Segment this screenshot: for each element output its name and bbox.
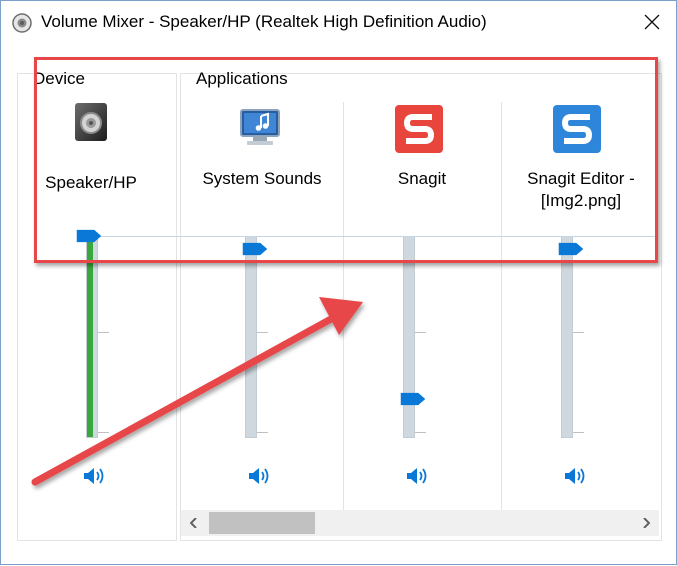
volume-mixer-window: Volume Mixer - Speaker/HP (Realtek High …	[0, 0, 677, 565]
annotation-arrow-icon	[31, 297, 363, 486]
